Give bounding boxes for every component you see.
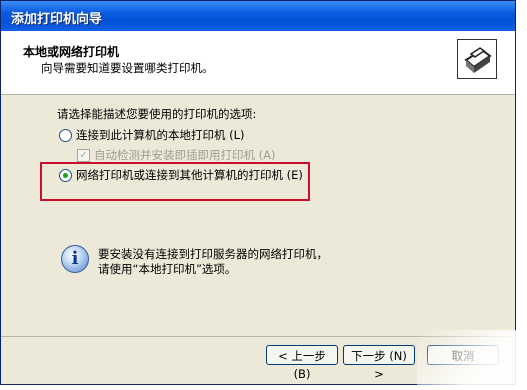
- add-printer-wizard-window: 添加打印机向导 本地或网络打印机 向导需要知道要设置哪类打印机。 请选择能描述您…: [0, 0, 516, 385]
- auto-detect-label: 自动检测并安装即插即用打印机 (A): [94, 148, 276, 162]
- local-printer-radio[interactable]: [59, 128, 72, 142]
- page-subtitle: 向导需要知道要设置哪类打印机。: [41, 61, 214, 75]
- network-printer-option[interactable]: 网络打印机或连接到其他计算机的打印机 (E): [59, 167, 303, 183]
- info-line-1: 要安装没有连接到打印服务器的网络打印机，: [98, 247, 328, 261]
- local-printer-label: 连接到此计算机的本地打印机 (L): [76, 128, 245, 142]
- watermark-overlay: [417, 330, 527, 390]
- window-title: 添加打印机向导: [11, 12, 103, 27]
- local-printer-option[interactable]: 连接到此计算机的本地打印机 (L): [59, 127, 245, 143]
- printer-icon: [457, 39, 497, 79]
- network-printer-radio[interactable]: [59, 168, 72, 182]
- info-line-2: 请使用“本地打印机”选项。: [98, 262, 237, 276]
- auto-detect-checkbox: ✓: [77, 148, 90, 162]
- next-button[interactable]: 下一步 (N) >: [343, 345, 415, 381]
- wizard-header: 本地或网络打印机 向导需要知道要设置哪类打印机。: [1, 31, 515, 95]
- option-prompt: 请选择能描述您要使用的打印机的选项:: [57, 107, 257, 121]
- network-printer-label: 网络打印机或连接到其他计算机的打印机 (E): [76, 168, 303, 182]
- page-title: 本地或网络打印机: [23, 45, 120, 59]
- back-button[interactable]: < 上一步 (B): [266, 345, 338, 381]
- title-bar[interactable]: 添加打印机向导: [1, 1, 515, 31]
- auto-detect-option: ✓ 自动检测并安装即插即用打印机 (A): [77, 147, 276, 163]
- info-icon: i: [61, 245, 89, 273]
